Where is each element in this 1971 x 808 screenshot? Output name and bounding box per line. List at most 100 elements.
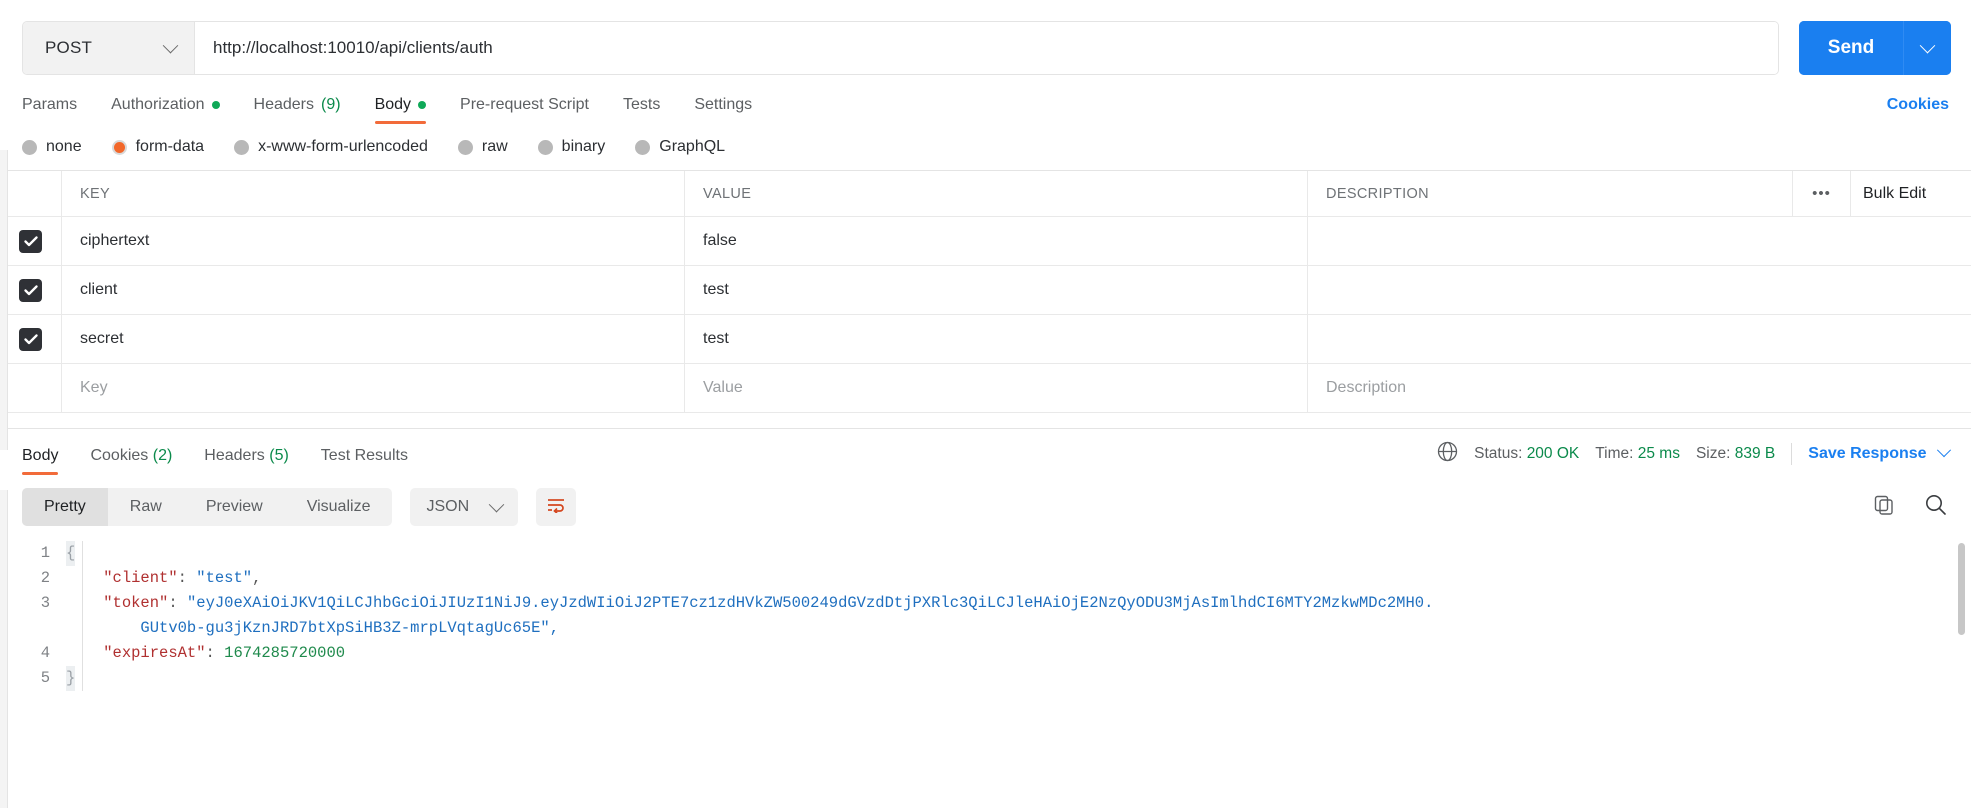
time-label: Time: — [1595, 445, 1634, 462]
body-type-form-data[interactable]: form-data — [111, 138, 204, 156]
more-options-icon: ••• — [1812, 185, 1831, 202]
view-mode-visualize[interactable]: Visualize — [285, 488, 393, 526]
row-key-text: secret — [80, 330, 124, 347]
status-label: Status: — [1474, 445, 1523, 462]
response-tab-body[interactable]: Body — [22, 447, 59, 477]
save-response-button[interactable]: Save Response — [1808, 443, 1952, 463]
body-type-binary[interactable]: binary — [537, 138, 605, 156]
response-format-toolbar: Pretty Raw Preview Visualize JSON — [0, 477, 1971, 535]
code-content: "client": "test", — [66, 566, 261, 591]
new-row-value-cell[interactable]: Value — [685, 364, 1308, 412]
body-type-none[interactable]: none — [22, 138, 82, 156]
radio-icon — [234, 139, 250, 155]
row-value-cell[interactable]: false — [685, 217, 1308, 265]
json-number: 1674285720000 — [224, 644, 346, 662]
tab-tests[interactable]: Tests — [623, 96, 660, 126]
tab-label: Body — [374, 96, 412, 113]
body-type-raw[interactable]: raw — [457, 138, 508, 156]
body-type-radio-group: none form-data x-www-form-urlencoded raw… — [0, 126, 1971, 170]
tab-count: (9) — [321, 96, 341, 113]
line-number: 4 — [40, 644, 50, 662]
tab-settings[interactable]: Settings — [694, 96, 752, 126]
new-row-key-cell[interactable]: Key — [62, 364, 685, 412]
radio-icon — [635, 139, 651, 155]
tab-label: Settings — [694, 96, 753, 113]
response-tab-test-results[interactable]: Test Results — [321, 447, 408, 477]
column-header-value: VALUE — [703, 185, 752, 202]
view-mode-segmented-control: Pretty Raw Preview Visualize — [22, 488, 393, 526]
row-description-cell[interactable] — [1308, 315, 1971, 363]
chevron-down-icon — [1936, 443, 1952, 458]
view-mode-pretty[interactable]: Pretty — [22, 488, 108, 526]
row-key-cell[interactable]: ciphertext — [62, 217, 685, 265]
body-type-graphql[interactable]: GraphQL — [635, 138, 725, 156]
response-tab-cookies[interactable]: Cookies (2) — [90, 447, 172, 477]
tab-body[interactable]: Body — [374, 96, 427, 126]
cookies-link[interactable]: Cookies — [1887, 96, 1949, 126]
json-key: "expiresAt" — [103, 644, 206, 662]
request-url-input[interactable] — [195, 22, 1778, 74]
view-mode-preview[interactable]: Preview — [184, 488, 285, 526]
line-number: 5 — [40, 669, 50, 687]
chevron-down-icon — [488, 496, 505, 512]
row-key-text: ciphertext — [80, 232, 150, 249]
response-body-code[interactable]: 1 { 2 "client": "test", 3 "token": "eyJ0… — [0, 535, 1971, 731]
pane-splitter[interactable] — [0, 413, 1971, 429]
tab-headers[interactable]: Headers (9) — [254, 96, 341, 126]
json-string-token-part1: "eyJ0eXAiOiJKV1QiLCJhbGciOiJIUzI1NiJ9.ey… — [186, 594, 1434, 612]
send-options-button[interactable] — [1903, 21, 1951, 75]
row-key-cell[interactable]: client — [62, 266, 685, 314]
tab-label: Authorization — [111, 96, 205, 113]
size-value: 839 B — [1734, 445, 1776, 462]
response-language-select[interactable]: JSON — [410, 488, 519, 526]
size-text: Size: 839 B — [1696, 445, 1775, 463]
code-content: GUtv0b-gu3jKznJRD7btXpSiHB3Z-mrpLVqtagUc… — [66, 616, 559, 641]
row-checkbox[interactable] — [19, 278, 42, 302]
view-mode-raw[interactable]: Raw — [108, 488, 184, 526]
code-scrollbar-thumb[interactable] — [1958, 543, 1965, 635]
radio-selected-icon — [111, 139, 127, 155]
row-key-cell[interactable]: secret — [62, 315, 685, 363]
table-options-button[interactable]: ••• — [1793, 171, 1851, 216]
code-line: 4 "expiresAt": 1674285720000 — [0, 641, 1971, 666]
response-meta: Status: 200 OK Time: 25 ms Size: 839 B S… — [1437, 441, 1952, 477]
form-data-table: KEY VALUE DESCRIPTION ••• Bulk Edit ciph… — [0, 170, 1971, 413]
row-value-text: test — [703, 330, 729, 347]
copy-icon — [1873, 494, 1895, 521]
response-tab-headers[interactable]: Headers (5) — [204, 447, 289, 477]
tab-label: Body — [22, 447, 59, 464]
word-wrap-icon — [546, 497, 566, 518]
tab-authorization[interactable]: Authorization — [111, 96, 220, 126]
row-checkbox[interactable] — [19, 327, 42, 351]
send-button[interactable]: Send — [1799, 21, 1903, 75]
json-colon: : — [177, 569, 187, 587]
row-checkbox[interactable] — [19, 229, 42, 253]
code-line-wrapped: GUtv0b-gu3jKznJRD7btXpSiHB3Z-mrpLVqtagUc… — [0, 616, 1971, 641]
view-mode-label: Visualize — [306, 498, 371, 515]
http-method-select[interactable]: POST — [23, 22, 195, 74]
word-wrap-toggle[interactable] — [536, 488, 577, 526]
body-type-x-www-form-urlencoded[interactable]: x-www-form-urlencoded — [234, 138, 428, 156]
new-row-value-placeholder: Value — [703, 379, 743, 396]
new-row-description-cell[interactable]: Description — [1308, 364, 1971, 412]
header-checkbox-cell — [0, 171, 62, 216]
table-new-row: Key Value Description — [0, 364, 1971, 413]
row-description-cell[interactable] — [1308, 217, 1971, 265]
bulk-edit-button[interactable]: Bulk Edit — [1851, 171, 1971, 216]
view-mode-label: Pretty — [44, 498, 86, 515]
tab-params[interactable]: Params — [22, 96, 77, 126]
row-value-cell[interactable]: test — [685, 315, 1308, 363]
row-value-text: false — [703, 232, 737, 249]
code-scrollbar[interactable] — [1958, 543, 1965, 723]
json-string: "test" — [196, 569, 253, 587]
tab-pre-request-script[interactable]: Pre-request Script — [460, 96, 589, 126]
radio-label: none — [46, 138, 82, 155]
copy-button[interactable] — [1871, 494, 1897, 520]
header-description-cell: DESCRIPTION — [1308, 171, 1793, 216]
row-value-cell[interactable]: test — [685, 266, 1308, 314]
search-button[interactable] — [1923, 494, 1949, 520]
row-checkbox-cell — [0, 315, 62, 363]
row-description-cell[interactable] — [1308, 266, 1971, 314]
chevron-down-icon — [1919, 37, 1936, 53]
time-value: 25 ms — [1637, 445, 1680, 462]
